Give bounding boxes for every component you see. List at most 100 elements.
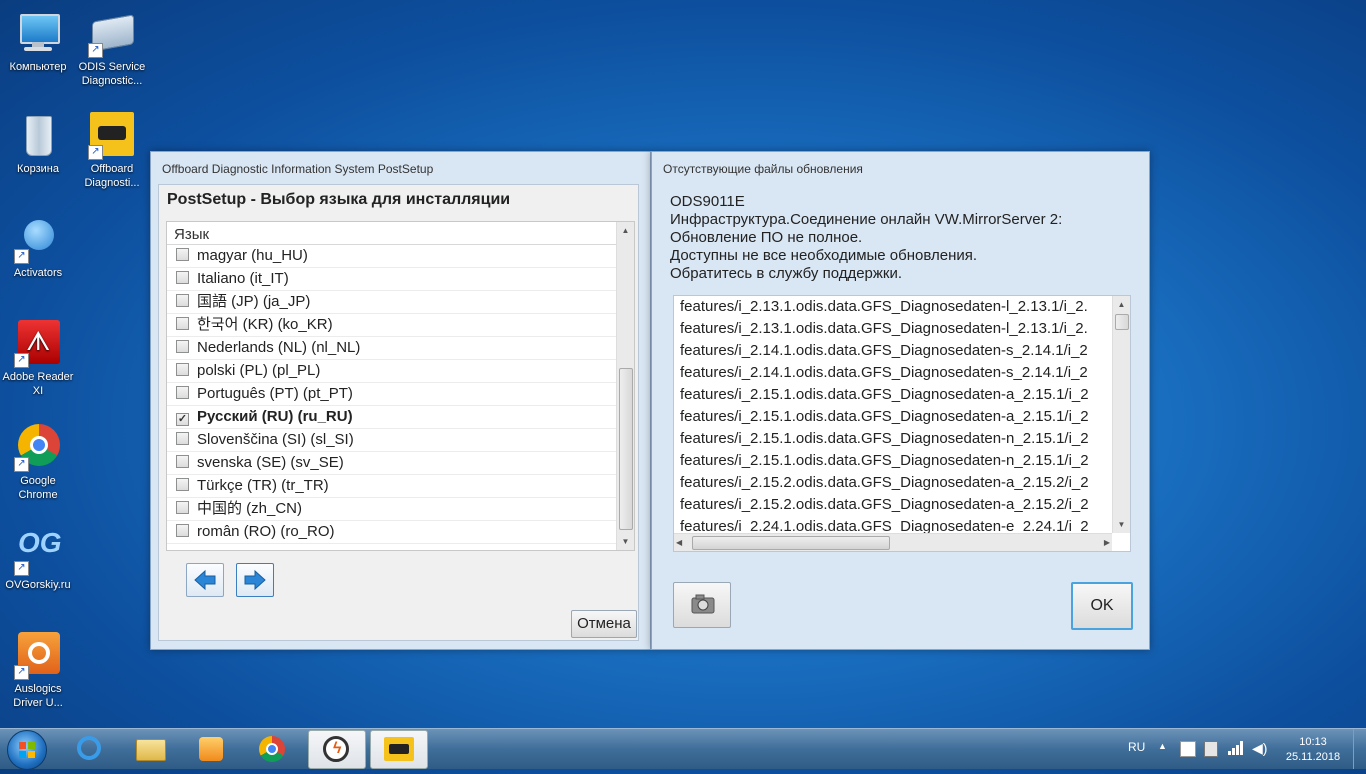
language-checkbox[interactable] <box>176 271 189 284</box>
language-row[interactable]: român (RO) (ro_RO) <box>167 521 616 544</box>
desktop-icon-recycle-bin[interactable]: Корзина <box>0 112 76 176</box>
scroll-right-icon[interactable]: ▶ <box>1096 534 1110 551</box>
file-row[interactable]: features/i_2.15.1.odis.data.GFS_Diagnose… <box>674 428 1112 450</box>
clock-date: 25.11.2018 <box>1285 751 1341 763</box>
scroll-left-icon[interactable]: ◀ <box>676 534 690 551</box>
taskbar-explorer[interactable] <box>122 730 178 767</box>
cancel-button[interactable]: Отмена <box>571 610 637 638</box>
language-checkbox[interactable] <box>176 340 189 353</box>
desktop-icon-google-chrome[interactable]: ↗ Google Chrome <box>0 424 76 502</box>
scroll-down-icon[interactable]: ▼ <box>617 533 634 550</box>
error-line: Инфраструктура.Соединение онлайн VW.Mirr… <box>670 211 1063 228</box>
language-row[interactable]: 国語 (JP) (ja_JP) <box>167 291 616 314</box>
chrome-icon: ↗ <box>14 424 62 472</box>
files-horizontal-scrollbar[interactable]: ◀ ▶ <box>674 533 1112 551</box>
language-label: 한국어 (KR) (ko_KR) <box>197 316 333 333</box>
scroll-thumb[interactable] <box>692 536 890 550</box>
language-label: 中国的 (zh_CN) <box>197 500 303 517</box>
desktop-icon-activators[interactable]: ↗ Activators <box>0 216 76 280</box>
taskbar: ϟ RU ▲ ◀) 10:13 25.11.2018 <box>0 728 1366 770</box>
recycle-bin-icon <box>14 112 62 160</box>
shortcut-arrow-icon: ↗ <box>14 457 29 472</box>
desktop-icon-offboard-diagnostic[interactable]: ↗ Offboard Diagnosti... <box>74 112 150 190</box>
show-desktop-button[interactable] <box>1353 729 1366 769</box>
language-checkbox[interactable] <box>176 501 189 514</box>
language-row[interactable]: ✓ Русский (RU) (ru_RU) <box>167 406 616 429</box>
file-row[interactable]: features/i_2.14.1.odis.data.GFS_Diagnose… <box>674 362 1112 384</box>
desktop-icon-odis-service[interactable]: ↗ ODIS Service Diagnostic... <box>74 10 150 88</box>
taskbar-media-player[interactable] <box>183 730 239 767</box>
taskbar-odis-service[interactable]: ϟ <box>308 730 366 769</box>
language-checkbox[interactable] <box>176 294 189 307</box>
language-row[interactable]: Türkçe (TR) (tr_TR) <box>167 475 616 498</box>
column-header-language: Язык <box>167 222 616 245</box>
postsetup-window: Offboard Diagnostic Information System P… <box>150 151 651 650</box>
start-button[interactable] <box>7 730 47 770</box>
shortcut-arrow-icon: ↗ <box>14 249 29 264</box>
language-label: român (RO) (ro_RO) <box>197 523 335 540</box>
language-checkbox[interactable] <box>176 317 189 330</box>
file-row[interactable]: features/i_2.15.2.odis.data.GFS_Diagnose… <box>674 494 1112 516</box>
desktop-icon-adobe-reader[interactable]: ᗑ ↗ Adobe Reader XI <box>0 320 76 398</box>
scroll-down-icon[interactable]: ▼ <box>1113 516 1130 533</box>
language-row[interactable]: magyar (hu_HU) <box>167 245 616 268</box>
desktop-icon-label: Корзина <box>17 163 59 175</box>
screenshot-button[interactable] <box>673 582 731 628</box>
desktop-icon-auslogics[interactable]: ↗ Auslogics Driver U... <box>0 632 76 710</box>
language-row[interactable]: Italiano (it_IT) <box>167 268 616 291</box>
language-row[interactable]: polski (PL) (pl_PL) <box>167 360 616 383</box>
network-signal-icon[interactable] <box>1228 741 1244 758</box>
next-button[interactable] <box>236 563 274 597</box>
ok-button[interactable]: OK <box>1071 582 1133 630</box>
shortcut-arrow-icon: ↗ <box>88 43 103 58</box>
volume-icon[interactable]: ◀) <box>1252 740 1267 757</box>
file-row[interactable]: features/i_2.15.1.odis.data.GFS_Diagnose… <box>674 406 1112 428</box>
file-row[interactable]: features/i_2.15.2.odis.data.GFS_Diagnose… <box>674 472 1112 494</box>
error-line: Обратитесь в службу поддержки. <box>670 265 903 282</box>
file-row[interactable]: features/i_2.24.1.odis.data.GFS_Diagnose… <box>674 516 1112 533</box>
file-row[interactable]: features/i_2.13.1.odis.data.GFS_Diagnose… <box>674 318 1112 340</box>
taskbar-offboard-diagnostic[interactable] <box>370 730 428 769</box>
language-indicator[interactable]: RU <box>1128 740 1145 754</box>
language-row[interactable]: svenska (SE) (sv_SE) <box>167 452 616 475</box>
language-label: polski (PL) (pl_PL) <box>197 362 321 379</box>
desktop-icon-label: Offboard Diagnosti... <box>84 163 140 189</box>
arrow-right-icon <box>244 569 266 591</box>
window-title: Offboard Diagnostic Information System P… <box>162 162 434 176</box>
language-checkbox[interactable] <box>176 478 189 491</box>
language-label: Türkçe (TR) (tr_TR) <box>197 477 329 494</box>
language-row[interactable]: Nederlands (NL) (nl_NL) <box>167 337 616 360</box>
language-list-scrollbar[interactable]: ▲ ▼ <box>616 222 634 550</box>
desktop-icon-computer[interactable]: Компьютер <box>0 10 76 74</box>
language-row[interactable]: Slovenščina (SI) (sl_SI) <box>167 429 616 452</box>
clock[interactable]: 10:13 25.11.2018 <box>1278 735 1348 765</box>
file-row[interactable]: features/i_2.14.1.odis.data.GFS_Diagnose… <box>674 340 1112 362</box>
taskbar-chrome[interactable] <box>244 730 300 767</box>
scroll-up-icon[interactable]: ▲ <box>617 222 634 239</box>
language-row[interactable]: Português (PT) (pt_PT) <box>167 383 616 406</box>
language-label: Italiano (it_IT) <box>197 270 289 287</box>
scroll-thumb[interactable] <box>619 368 633 530</box>
file-row[interactable]: features/i_2.15.1.odis.data.GFS_Diagnose… <box>674 384 1112 406</box>
language-row[interactable]: 中国的 (zh_CN) <box>167 498 616 521</box>
scroll-up-icon[interactable]: ▲ <box>1113 296 1130 313</box>
file-row[interactable]: features/i_2.15.1.odis.data.GFS_Diagnose… <box>674 450 1112 472</box>
language-checkbox[interactable]: ✓ <box>176 413 189 426</box>
file-row[interactable]: features/i_2.13.1.odis.data.GFS_Diagnose… <box>674 296 1112 318</box>
scroll-thumb[interactable] <box>1115 314 1129 330</box>
language-checkbox[interactable] <box>176 455 189 468</box>
language-row[interactable]: 한국어 (KR) (ko_KR) <box>167 314 616 337</box>
tray-expand-icon[interactable]: ▲ <box>1158 741 1167 751</box>
device-icon[interactable] <box>1204 741 1218 757</box>
error-line: Обновление ПО не полное. <box>670 229 863 246</box>
language-checkbox[interactable] <box>176 363 189 376</box>
flag-icon[interactable] <box>1180 741 1196 757</box>
language-checkbox[interactable] <box>176 524 189 537</box>
language-checkbox[interactable] <box>176 248 189 261</box>
language-checkbox[interactable] <box>176 432 189 445</box>
back-button[interactable] <box>186 563 224 597</box>
desktop-icon-ovgorskiy[interactable]: OG ↗ OVGorskiy.ru <box>0 528 76 592</box>
files-vertical-scrollbar[interactable]: ▲ ▼ <box>1112 296 1130 533</box>
language-checkbox[interactable] <box>176 386 189 399</box>
taskbar-internet-explorer[interactable] <box>61 730 117 767</box>
